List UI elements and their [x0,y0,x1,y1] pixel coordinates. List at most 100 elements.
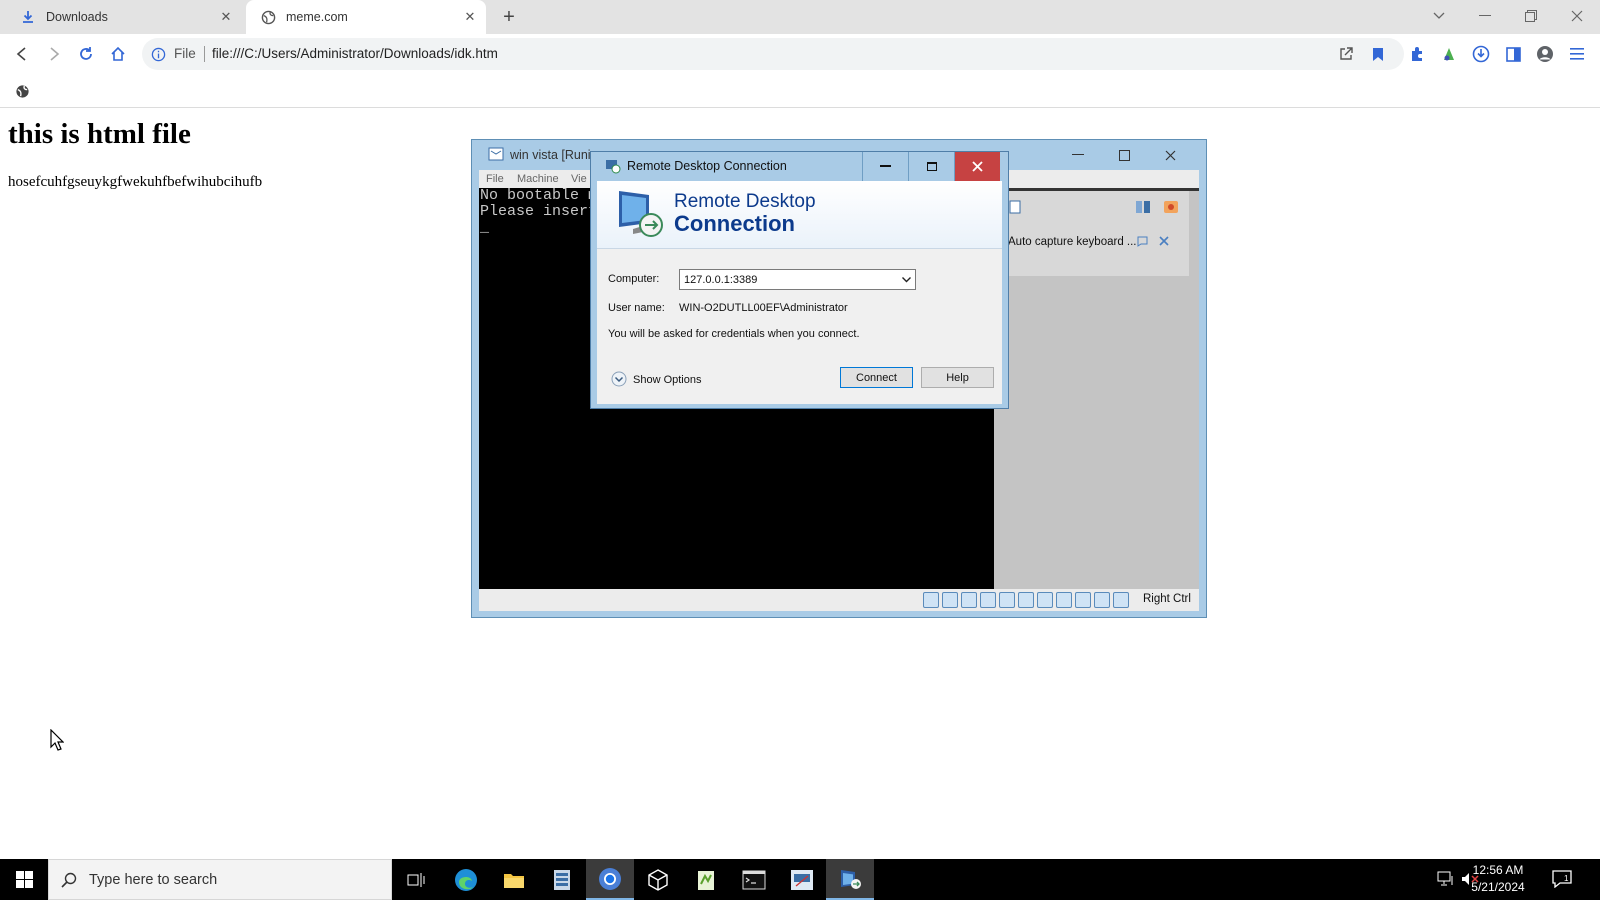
tab-downloads[interactable]: Downloads ✕ [0,0,242,34]
menu-icon[interactable] [1565,42,1589,66]
help-button[interactable]: Help [921,367,994,388]
remote-desktop-icon[interactable] [826,859,874,900]
extension-puzzle-icon[interactable] [1437,42,1461,66]
show-options-link[interactable]: Show Options [633,374,701,386]
address-url[interactable]: file:///C:/Users/Administrator/Downloads… [212,46,498,61]
vista-vm-icon[interactable] [778,859,826,900]
side-panel-icon[interactable] [1501,42,1525,66]
maximize-icon[interactable] [908,152,954,181]
extensions-icon[interactable] [1405,42,1429,66]
computer-label: Computer: [608,273,660,285]
minimize-icon[interactable] [1056,143,1100,167]
search-placeholder: Type here to search [89,872,218,888]
display-icon[interactable] [1037,592,1053,608]
info-icon[interactable] [150,46,166,62]
browser-toolbar: File file:///C:/Users/Administrator/Down… [0,34,1600,74]
edge-browser-icon[interactable] [442,859,490,900]
chevron-down-icon[interactable] [899,272,913,287]
keyboard-arrow-icon[interactable] [1113,592,1129,608]
remote-desktop-logo-icon [613,187,665,239]
task-view-icon[interactable] [392,859,440,900]
status-icon-group [923,592,1129,608]
forward-icon[interactable] [42,42,66,66]
server-manager-icon[interactable] [538,859,586,900]
close-icon[interactable]: ✕ [462,9,478,25]
new-tab-icon[interactable]: + [498,6,520,28]
optical-drive-icon[interactable] [942,592,958,608]
network-icon[interactable] [1437,871,1455,887]
svg-text:1: 1 [1564,874,1569,883]
close-icon[interactable] [1559,3,1595,29]
back-icon[interactable] [10,42,34,66]
bookmark-icon[interactable] [1366,42,1390,66]
tab-meme[interactable]: meme.com ✕ [246,0,486,34]
cpu-icon[interactable] [1075,592,1091,608]
shared-folders-icon[interactable] [1018,592,1034,608]
clock-time[interactable]: 12:56 AM [1462,863,1534,877]
close-icon[interactable]: ✕ [218,9,234,25]
taskbar-search-input[interactable]: Type here to search [48,859,392,900]
mouse-cursor-icon [50,728,65,756]
info-icon[interactable] [1008,199,1022,215]
close-icon[interactable] [1148,143,1192,167]
address-bar[interactable]: File file:///C:/Users/Administrator/Down… [142,38,1404,70]
address-divider [204,46,205,62]
page-paragraph: hosefcuhfgseuykgfwekuhfbefwihubcihufb [8,174,263,190]
rdp-window-title: Remote Desktop Connection [627,159,787,173]
rdp-dialog[interactable]: Remote Desktop Connection Remote Desktop [590,151,1009,409]
notification-center-icon[interactable]: 1 [1552,870,1572,888]
file-explorer-icon[interactable] [490,859,538,900]
settings-icon[interactable] [1134,199,1152,215]
terminal-icon[interactable] [730,859,778,900]
clock-date[interactable]: 5/21/2024 [1462,880,1534,894]
restore-icon[interactable] [1513,3,1549,29]
globe-icon[interactable] [14,83,30,99]
menu-machine[interactable]: Machine [517,173,559,185]
maximize-icon[interactable] [1102,143,1146,167]
windows-start-icon[interactable] [0,859,48,900]
notepad-plus-icon[interactable] [682,859,730,900]
menu-view[interactable]: Vie [571,173,587,185]
download-icon [20,9,36,25]
share-icon[interactable] [1334,42,1358,66]
virtualbox-icon[interactable] [634,859,682,900]
address-scheme: File [174,46,196,61]
network-icon[interactable] [980,592,996,608]
rdp-banner-line1: Remote Desktop [674,191,816,212]
vm-app-icon [488,146,504,162]
downloads-icon[interactable] [1469,42,1493,66]
minimize-icon[interactable] [862,152,908,181]
windows-taskbar: Type here to search 12:56 AM 5/21/2024 1 [0,859,1600,900]
rdp-banner: Remote Desktop Connection [597,181,1002,249]
audio-icon[interactable] [961,592,977,608]
computer-combobox[interactable]: 127.0.0.1:3389 [679,269,916,290]
boot-message: No bootable m Please insert _ [480,187,598,236]
usb-icon[interactable] [999,592,1015,608]
video-capture-icon[interactable] [1056,592,1072,608]
notification-panel: Auto capture keyboard ... [994,191,1189,276]
mouse-integration-icon[interactable] [1094,592,1110,608]
hard-disk-icon[interactable] [923,592,939,608]
credentials-note: You will be asked for credentials when y… [608,328,860,340]
connect-button[interactable]: Connect [840,367,913,388]
info-bubble-icon[interactable] [1136,235,1148,247]
reload-icon[interactable] [74,42,98,66]
chrome-browser-icon[interactable] [586,859,634,900]
minimize-icon[interactable] [1467,3,1503,29]
home-icon[interactable] [106,42,130,66]
capture-icon[interactable] [1162,199,1180,215]
tab-label: meme.com [286,10,348,24]
dismiss-icon[interactable] [1158,235,1170,247]
rdp-app-icon [605,158,621,174]
username-label: User name: [608,302,665,314]
page-heading: this is html file [8,118,191,150]
expand-options-icon[interactable] [611,371,627,387]
close-icon[interactable] [954,152,1000,181]
tab-search-chevron-icon[interactable] [1421,3,1457,29]
profile-icon[interactable] [1533,42,1557,66]
rdp-title-bar[interactable]: Remote Desktop Connection [591,152,1008,181]
username-value: WIN-O2DUTLL00EF\Administrator [679,302,848,314]
host-key-label: Right Ctrl [1143,593,1191,605]
rdp-body: Remote Desktop Connection Computer: 127.… [597,181,1002,404]
menu-file[interactable]: File [486,173,504,185]
